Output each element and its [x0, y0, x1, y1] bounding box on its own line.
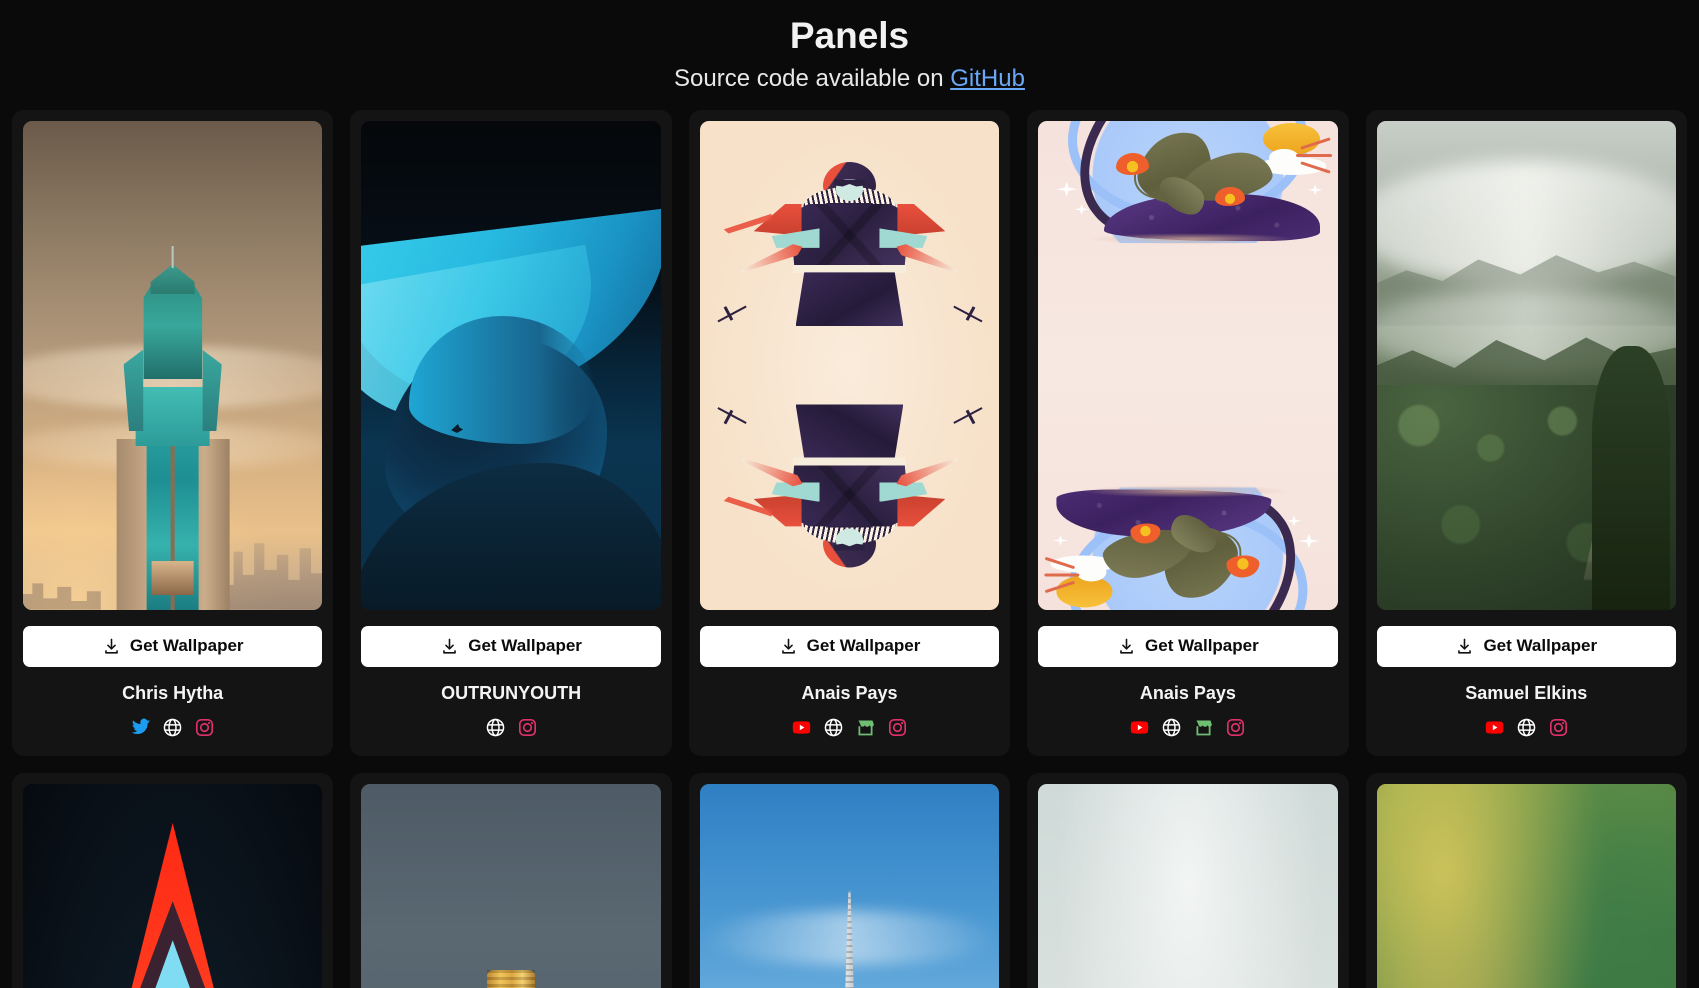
- globe-icon[interactable]: [1516, 717, 1537, 738]
- youtube-icon[interactable]: [791, 717, 812, 738]
- wallpaper-grid-row-1: Get Wallpaper Chris Hytha Get Wallpaper OUT…: [0, 109, 1699, 756]
- wallpaper-card: Get Wallpaper OUTRUNYOUTH: [350, 109, 672, 756]
- download-icon: [1117, 637, 1136, 656]
- twitter-icon[interactable]: [130, 717, 151, 738]
- wallpaper-thumb-foggy-forest[interactable]: [1376, 120, 1676, 610]
- get-wallpaper-label: Get Wallpaper: [1145, 636, 1259, 656]
- wallpaper-card: Get Wallpaper Samuel Elkins: [1365, 109, 1687, 756]
- instagram-icon[interactable]: [517, 717, 538, 738]
- get-wallpaper-button[interactable]: Get Wallpaper: [1376, 625, 1676, 667]
- instagram-icon[interactable]: [1548, 717, 1569, 738]
- store-icon[interactable]: [855, 717, 876, 738]
- store-icon[interactable]: [1193, 717, 1214, 738]
- get-wallpaper-label: Get Wallpaper: [468, 636, 582, 656]
- author-social-links: [361, 717, 660, 738]
- wallpaper-thumb-blue-wave[interactable]: [361, 120, 661, 610]
- source-code-note: Source code available on GitHub: [0, 63, 1699, 95]
- wallpaper-thumb-sky-spire[interactable]: [699, 783, 1000, 988]
- page-title: Panels: [789, 15, 910, 56]
- author-social-links: [700, 717, 999, 738]
- wallpaper-grid-row-2: [0, 772, 1699, 988]
- wallpaper-card: [12, 772, 334, 988]
- wallpaper-card: Get Wallpaper Anais Pays: [688, 109, 1011, 756]
- wallpaper-card: Get Wallpaper Chris Hytha: [12, 109, 334, 756]
- author-social-links: [1038, 717, 1337, 738]
- author-name: Samuel Elkins: [1465, 682, 1588, 703]
- github-link[interactable]: GitHub: [950, 65, 1025, 92]
- author-name: Chris Hytha: [122, 682, 224, 703]
- source-code-text: Source code available on: [674, 65, 951, 93]
- youtube-icon[interactable]: [1484, 717, 1505, 738]
- wallpaper-thumb-neon-triangle[interactable]: [23, 783, 323, 988]
- get-wallpaper-button[interactable]: Get Wallpaper: [361, 625, 661, 667]
- wallpaper-card: [350, 772, 672, 988]
- instagram-icon[interactable]: [887, 717, 908, 738]
- site-header: Panels Source code available on GitHub: [0, 0, 1699, 96]
- get-wallpaper-button[interactable]: Get Wallpaper: [23, 625, 323, 667]
- wallpaper-thumb-gold-tower[interactable]: [361, 783, 661, 988]
- author-social-links: [23, 717, 322, 738]
- globe-icon[interactable]: [162, 717, 183, 738]
- get-wallpaper-button[interactable]: Get Wallpaper: [699, 625, 1000, 667]
- author-social-links: [1377, 717, 1676, 738]
- wallpaper-thumb-pale-fog[interactable]: [1038, 783, 1338, 988]
- get-wallpaper-label: Get Wallpaper: [806, 636, 921, 656]
- download-icon: [1455, 637, 1474, 656]
- wallpaper-card: [1365, 772, 1687, 988]
- download-icon: [440, 637, 459, 656]
- get-wallpaper-label: Get Wallpaper: [1483, 636, 1598, 656]
- youtube-icon[interactable]: [1129, 717, 1150, 738]
- download-icon: [779, 637, 798, 656]
- globe-icon[interactable]: [1161, 717, 1182, 738]
- wallpaper-card: [688, 772, 1011, 988]
- wallpaper-thumb-green-blur[interactable]: [1376, 783, 1676, 988]
- wallpaper-card: Get Wallpaper Anais Pays: [1027, 109, 1349, 756]
- wallpaper-thumb-warrior-illustration[interactable]: [699, 120, 1000, 610]
- page-root: Panels Source code available on GitHub G…: [0, 0, 1699, 988]
- wallpaper-card: [1027, 772, 1349, 988]
- author-name: Anais Pays: [801, 682, 898, 703]
- download-icon: [102, 637, 121, 656]
- instagram-icon[interactable]: [194, 717, 215, 738]
- get-wallpaper-label: Get Wallpaper: [129, 636, 244, 656]
- wallpaper-thumb-art-deco-tower[interactable]: [23, 120, 323, 610]
- instagram-icon[interactable]: [1225, 717, 1246, 738]
- globe-icon[interactable]: [823, 717, 844, 738]
- wallpaper-thumb-botanical-illustration[interactable]: [1038, 120, 1338, 610]
- get-wallpaper-button[interactable]: Get Wallpaper: [1038, 625, 1338, 667]
- author-name: OUTRUNYOUTH: [441, 682, 582, 703]
- author-name: Anais Pays: [1139, 682, 1236, 703]
- globe-icon[interactable]: [485, 717, 506, 738]
